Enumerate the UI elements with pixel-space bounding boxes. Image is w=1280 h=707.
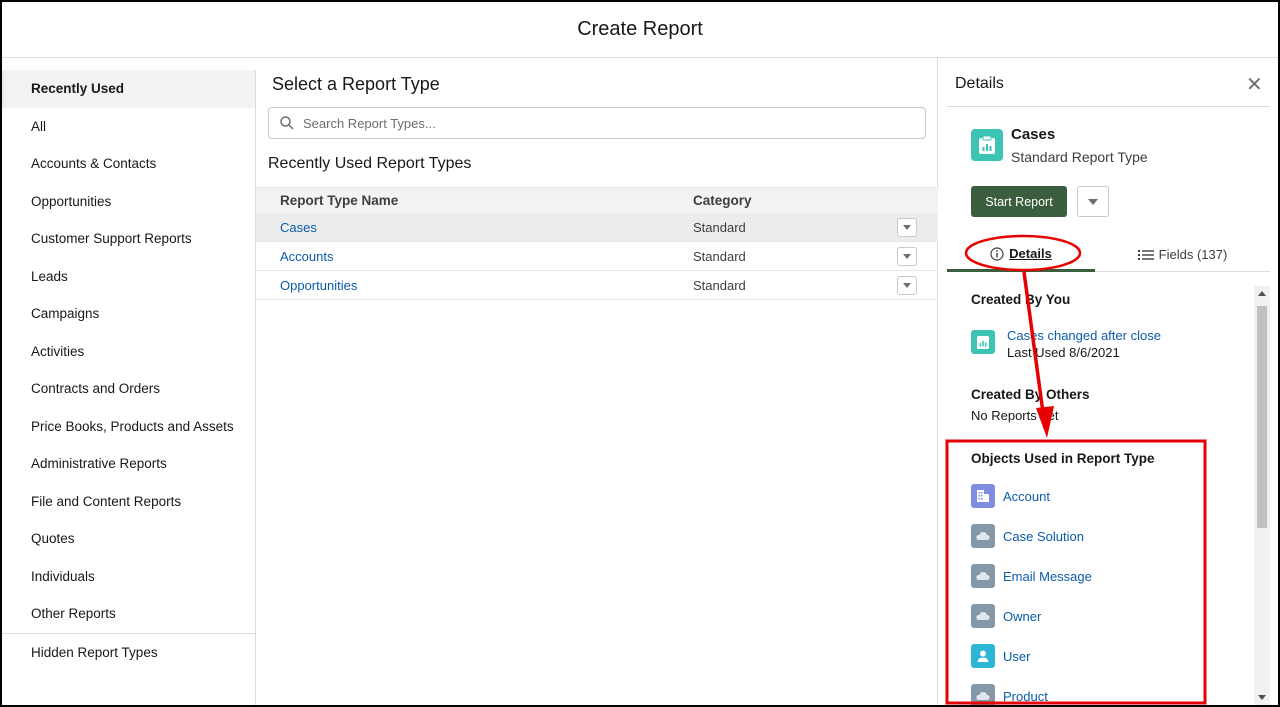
report-type-category: Standard (693, 277, 746, 293)
report-type-table: Report Type Name Category Cases Standard… (256, 187, 938, 300)
no-reports-text: No Reports Yet (971, 408, 1059, 423)
sidebar-item-all[interactable]: All (2, 108, 255, 146)
chevron-down-icon (903, 282, 911, 288)
search-box (268, 107, 926, 139)
sidebar-item-opportunities[interactable]: Opportunities (2, 183, 255, 221)
report-type-name[interactable]: Cases (280, 220, 317, 235)
object-link-product[interactable]: Product (1003, 689, 1048, 704)
object-link-owner[interactable]: Owner (1003, 609, 1041, 624)
search-input[interactable] (303, 115, 903, 131)
table-header: Report Type Name Category (256, 187, 938, 213)
row-actions-button[interactable] (897, 275, 917, 295)
custom-object-icon (971, 564, 995, 588)
chevron-down-icon (903, 253, 911, 259)
row-actions-button[interactable] (897, 217, 917, 237)
custom-object-icon (971, 524, 995, 548)
sidebar-item-administrative[interactable]: Administrative Reports (2, 445, 255, 483)
report-type-icon (971, 129, 1003, 161)
user-icon (971, 644, 995, 668)
column-header-category[interactable]: Category (693, 193, 752, 208)
object-link-account[interactable]: Account (1003, 489, 1050, 504)
category-sidebar: Recently Used All Accounts & Contacts Op… (2, 70, 256, 705)
object-link-user[interactable]: User (1003, 649, 1030, 664)
created-by-others-heading: Created By Others (971, 387, 1090, 402)
tab-fields[interactable]: Fields (137) (1095, 238, 1270, 272)
report-type-name: Cases (1011, 126, 1056, 143)
details-scroll-area: Created By You Cases changed after close… (947, 286, 1270, 705)
report-last-used: Last Used 8/6/2021 (1007, 345, 1120, 360)
sidebar-item-file-content[interactable]: File and Content Reports (2, 483, 255, 521)
sidebar-item-hidden-report-types[interactable]: Hidden Report Types (2, 634, 255, 672)
object-link-case-solution[interactable]: Case Solution (1003, 529, 1084, 544)
account-icon (971, 484, 995, 508)
table-row[interactable]: Opportunities Standard (256, 271, 938, 300)
tab-details[interactable]: Details (947, 238, 1095, 272)
table-row[interactable]: Cases Standard (256, 213, 938, 242)
sidebar-item-other-reports[interactable]: Other Reports (2, 595, 255, 633)
object-link-email-message[interactable]: Email Message (1003, 569, 1092, 584)
objects-heading: Objects Used in Report Type (971, 451, 1155, 466)
sidebar-item-customer-support[interactable]: Customer Support Reports (2, 220, 255, 258)
chevron-down-icon (1088, 198, 1098, 205)
report-type-category: Standard (693, 219, 746, 235)
sidebar-item-activities[interactable]: Activities (2, 333, 255, 371)
sidebar-item-price-books[interactable]: Price Books, Products and Assets (2, 408, 255, 446)
chevron-down-icon (903, 224, 911, 230)
info-icon (990, 246, 1004, 261)
sidebar-item-accounts-contacts[interactable]: Accounts & Contacts (2, 145, 255, 183)
sidebar-item-recently-used[interactable]: Recently Used (2, 70, 255, 108)
report-type-name[interactable]: Accounts (280, 249, 333, 264)
details-title: Details (955, 75, 1004, 92)
report-type-category: Standard (693, 248, 746, 264)
search-icon (280, 116, 294, 130)
report-type-subtitle: Standard Report Type (1011, 149, 1148, 165)
report-type-name[interactable]: Opportunities (280, 278, 357, 293)
table-row[interactable]: Accounts Standard (256, 242, 938, 271)
modal-title: Create Report (577, 18, 703, 40)
scroll-thumb[interactable] (1257, 306, 1267, 528)
start-report-button[interactable]: Start Report (971, 186, 1067, 217)
sidebar-item-contracts-orders[interactable]: Contracts and Orders (2, 370, 255, 408)
list-icon (1137, 249, 1154, 260)
details-panel: Details ✕ Cases Standard Report Type Sta… (939, 58, 1278, 705)
start-report-menu-button[interactable] (1077, 186, 1109, 217)
sidebar-item-campaigns[interactable]: Campaigns (2, 295, 255, 333)
report-link[interactable]: Cases changed after close (1007, 328, 1161, 343)
sidebar-item-leads[interactable]: Leads (2, 258, 255, 296)
report-icon (971, 330, 995, 354)
report-type-list-panel: Select a Report Type Recently Used Repor… (256, 58, 938, 705)
section-heading: Recently Used Report Types (268, 155, 472, 172)
sidebar-item-quotes[interactable]: Quotes (2, 520, 255, 558)
row-actions-button[interactable] (897, 246, 917, 266)
panel-title: Select a Report Type (272, 74, 440, 94)
scroll-up-arrow-icon[interactable] (1258, 291, 1266, 296)
scroll-down-arrow-icon[interactable] (1258, 695, 1266, 700)
close-icon[interactable]: ✕ (1246, 72, 1263, 97)
column-header-name[interactable]: Report Type Name (280, 193, 398, 208)
created-by-you-heading: Created By You (971, 292, 1071, 307)
modal-header: Create Report (2, 2, 1278, 58)
details-divider (947, 106, 1270, 107)
details-scrollbar[interactable] (1254, 286, 1270, 705)
custom-object-icon (971, 604, 995, 628)
custom-object-icon (971, 684, 995, 705)
sidebar-item-individuals[interactable]: Individuals (2, 558, 255, 596)
